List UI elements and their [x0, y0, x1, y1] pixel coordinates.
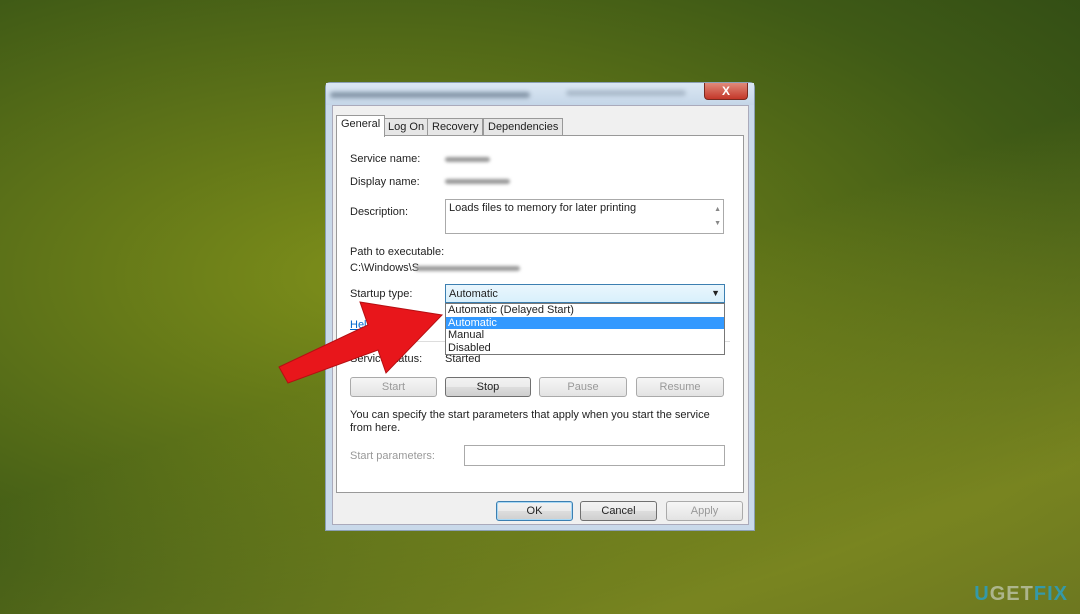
arrow-shape [278, 301, 444, 384]
red-arrow-icon [278, 301, 444, 384]
